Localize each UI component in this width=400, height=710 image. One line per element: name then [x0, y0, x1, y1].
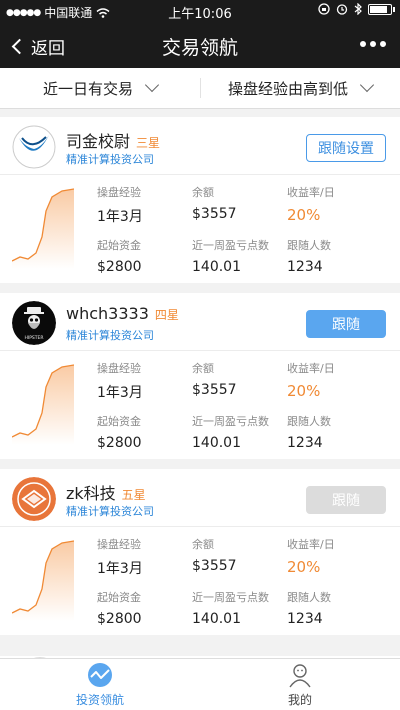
profit-curve-chart	[12, 188, 74, 269]
balance-label: 余额	[192, 538, 214, 551]
follow-button[interactable]: 跟随	[306, 310, 386, 338]
followers-label: 跟随人数	[287, 415, 331, 428]
initial-funds-value: $2800	[97, 435, 142, 451]
filter-label: 操盘经验由高到低	[227, 79, 348, 98]
weekly-points-value: 140.01	[192, 611, 241, 627]
initial-funds-value: $2800	[97, 259, 142, 275]
star-rating: 三星	[136, 136, 161, 150]
experience-value: 1年3月	[97, 561, 143, 577]
bluetooth-icon	[354, 3, 362, 15]
balance-value: $3557	[192, 206, 237, 222]
experience-value: 1年3月	[97, 209, 143, 225]
tab-invest-nav[interactable]: 投资领航	[0, 659, 200, 710]
followers-value: 1234	[287, 435, 323, 451]
balance-label: 余额	[192, 362, 214, 375]
company-name: 精准计算投资公司	[66, 153, 154, 166]
followers-value: 1234	[287, 259, 323, 275]
initial-funds-label: 起始资金	[97, 415, 141, 428]
profit-curve-chart	[12, 364, 74, 445]
star-rating: 五星	[121, 488, 146, 502]
initial-funds-label: 起始资金	[97, 239, 141, 252]
filter-label: 近一日有交易	[42, 79, 133, 98]
trader-name: zk科技	[66, 484, 116, 503]
status-bar: ●●●●● 中国联通 上午10:06	[0, 0, 400, 22]
trader-card[interactable]: zk科技 五星 精准计算投资公司 跟随 操盘经验 1年3月 余额 $3557 收益率…	[0, 469, 400, 635]
follow-settings-button[interactable]: 跟随设置	[306, 134, 386, 162]
return-rate-label: 收益率/日	[287, 186, 335, 199]
chevron-down-icon	[359, 77, 375, 93]
weekly-points-value: 140.01	[192, 259, 241, 275]
tab-label: 投资领航	[75, 692, 124, 707]
svg-text:HIPSTER: HIPSTER	[25, 335, 44, 341]
avatar	[12, 125, 56, 169]
tab-bar: 投资领航 我的	[0, 658, 400, 710]
weekly-points-label: 近一周盈亏点数	[192, 239, 269, 252]
return-rate-label: 收益率/日	[287, 362, 335, 375]
followers-label: 跟随人数	[287, 591, 331, 604]
experience-label: 操盘经验	[97, 186, 141, 199]
trader-name: whch3333	[66, 304, 149, 323]
initial-funds-value: $2800	[97, 611, 142, 627]
experience-label: 操盘经验	[97, 538, 141, 551]
battery-icon	[368, 3, 395, 15]
avatar: HIPSTER	[12, 301, 56, 345]
filter-bar: 近一日有交易 操盘经验由高到低	[0, 68, 400, 109]
followers-value: 1234	[287, 611, 323, 627]
weekly-points-label: 近一周盈亏点数	[192, 415, 269, 428]
followers-label: 跟随人数	[287, 239, 331, 252]
initial-funds-label: 起始资金	[97, 591, 141, 604]
page-title: 交易领航	[161, 37, 238, 59]
user-icon	[289, 663, 311, 687]
nav-bar: 返回 交易领航	[0, 22, 400, 68]
company-name: 精准计算投资公司	[66, 505, 154, 518]
return-rate-value: 20%	[287, 206, 321, 224]
return-rate-value: 20%	[287, 558, 321, 576]
trader-card[interactable]: 司金校尉 三星 精准计算投资公司 跟随设置 操盘经验 1年3月 余额 $3557 收…	[0, 117, 400, 283]
star-rating: 四星	[154, 308, 179, 322]
chevron-down-icon	[144, 77, 160, 93]
company-name: 精准计算投资公司	[66, 329, 154, 342]
experience-label: 操盘经验	[97, 362, 141, 375]
tab-label: 我的	[287, 692, 312, 707]
trader-name: 司金校尉	[66, 132, 131, 151]
return-rate-label: 收益率/日	[287, 538, 335, 551]
rotation-lock-icon	[318, 3, 330, 15]
filter-trading-period[interactable]: 近一日有交易	[0, 68, 200, 108]
trader-card[interactable]: HIPSTER whch3333 四星 精准计算投资公司 跟随 操盘经验 1年3月…	[0, 293, 400, 459]
balance-value: $3557	[192, 558, 237, 574]
zk-logo-icon	[12, 477, 56, 521]
balance-value: $3557	[192, 382, 237, 398]
return-rate-value: 20%	[287, 382, 321, 400]
profit-curve-chart	[12, 540, 74, 621]
weekly-points-value: 140.01	[192, 435, 241, 451]
weekly-points-label: 近一周盈亏点数	[192, 591, 269, 604]
tab-mine[interactable]: 我的	[200, 659, 400, 710]
balance-label: 余额	[192, 186, 214, 199]
alarm-icon	[336, 4, 348, 15]
filter-sort-order[interactable]: 操盘经验由高到低	[200, 68, 400, 108]
more-menu-icon[interactable]	[360, 41, 386, 47]
logo-icon	[12, 125, 56, 169]
avatar	[12, 477, 56, 521]
experience-value: 1年3月	[97, 385, 143, 401]
hipster-avatar-icon: HIPSTER	[12, 301, 56, 345]
follow-button-disabled[interactable]: 跟随	[306, 486, 386, 514]
wave-icon	[88, 662, 112, 687]
